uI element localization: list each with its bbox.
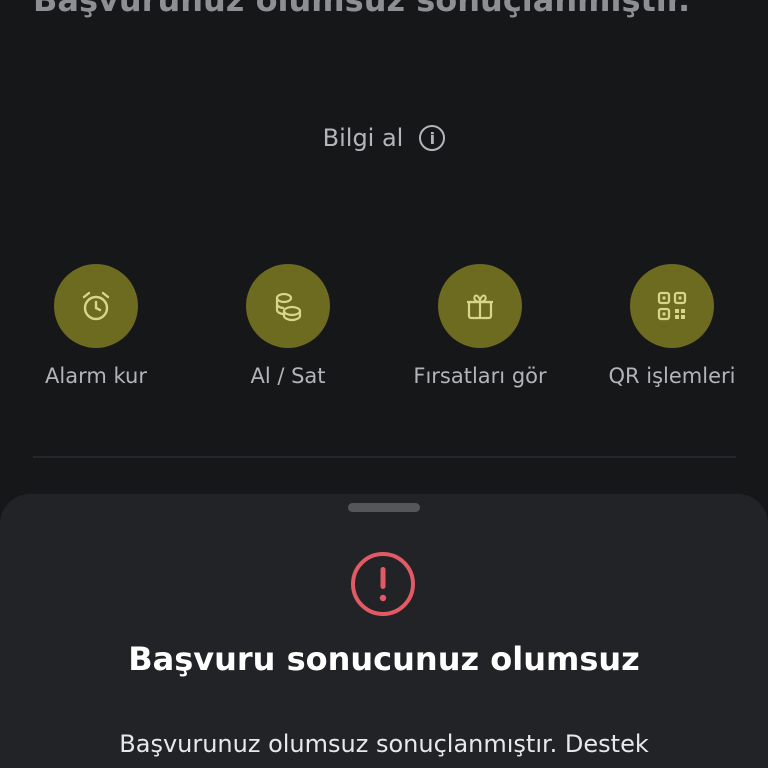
coins-icon — [246, 264, 330, 348]
action-label: Alarm kur — [45, 364, 147, 388]
action-qr[interactable]: QR işlemleri — [577, 264, 767, 388]
sheet-message: Başvurunuz olumsuz sonuçlanmıştır. Deste… — [119, 730, 649, 758]
info-icon: i — [419, 125, 446, 151]
error-icon — [351, 552, 415, 616]
page-heading: Başvurunuz olumsuz sonuçlanmıştır. — [33, 0, 691, 19]
info-label: Bilgi al — [322, 124, 404, 152]
action-label: Al / Sat — [250, 364, 326, 388]
gift-icon — [438, 264, 522, 348]
alarm-clock-icon — [54, 264, 138, 348]
action-buy-sell[interactable]: Al / Sat — [193, 264, 383, 388]
action-opportunities[interactable]: Fırsatları gör — [385, 264, 575, 388]
sheet-drag-handle[interactable] — [348, 503, 420, 512]
bottom-sheet: Başvuru sonucunuz olumsuz Başvurunuz olu… — [0, 494, 768, 768]
qr-code-icon — [630, 264, 714, 348]
sheet-title: Başvuru sonucunuz olumsuz — [128, 640, 640, 678]
divider — [33, 456, 736, 458]
screen: Başvurunuz olumsuz sonuçlanmıştır. Bilgi… — [0, 0, 768, 768]
action-label: QR işlemleri — [608, 364, 736, 388]
action-label: Fırsatları gör — [413, 364, 547, 388]
info-link[interactable]: Bilgi al i — [0, 124, 768, 152]
action-alarm[interactable]: Alarm kur — [1, 264, 191, 388]
